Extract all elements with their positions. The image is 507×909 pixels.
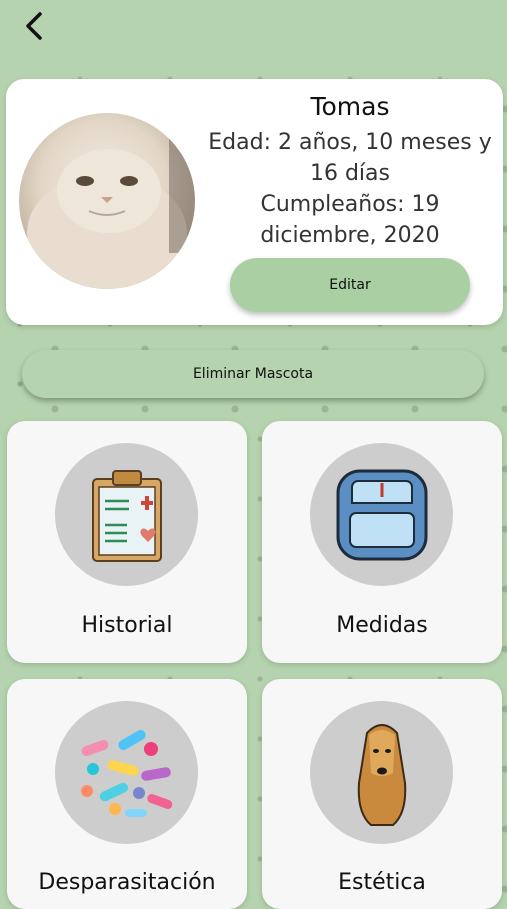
pet-avatar — [19, 113, 195, 289]
cat-photo-icon — [27, 133, 195, 289]
clipboard-icon — [91, 469, 162, 562]
tile-label: Estética — [338, 870, 426, 895]
tile-label: Historial — [81, 613, 173, 638]
scale-icon — [336, 469, 427, 560]
desparasitacion-icon-circle — [55, 701, 198, 844]
edit-button[interactable]: Editar — [230, 258, 470, 312]
dog-icon — [357, 723, 406, 826]
tile-label: Medidas — [336, 613, 428, 638]
medidas-icon-circle — [310, 443, 453, 586]
top-bar — [0, 0, 507, 64]
estetica-icon-circle — [310, 701, 453, 844]
delete-pet-button[interactable]: Eliminar Mascota — [22, 350, 484, 398]
pet-name: Tomas — [310, 92, 390, 121]
chevron-left-icon — [26, 12, 42, 40]
tile-medidas[interactable]: Medidas — [262, 421, 502, 663]
back-button[interactable] — [14, 6, 54, 46]
tile-estetica[interactable]: Estética — [262, 679, 502, 909]
historial-icon-circle — [55, 443, 198, 586]
pet-age-line: Edad: 2 años, 10 meses y 16 días — [208, 130, 492, 186]
tile-desparasitacion[interactable]: Desparasitación — [7, 679, 247, 909]
tile-historial[interactable]: Historial — [7, 421, 247, 663]
pills-icon — [80, 729, 172, 817]
pet-age: Edad: 2 años, 10 meses y 16 días Cumplea… — [200, 127, 500, 251]
tile-label: Desparasitación — [38, 870, 216, 895]
pet-birthday-line: Cumpleaños: 19 diciembre, 2020 — [260, 192, 440, 248]
